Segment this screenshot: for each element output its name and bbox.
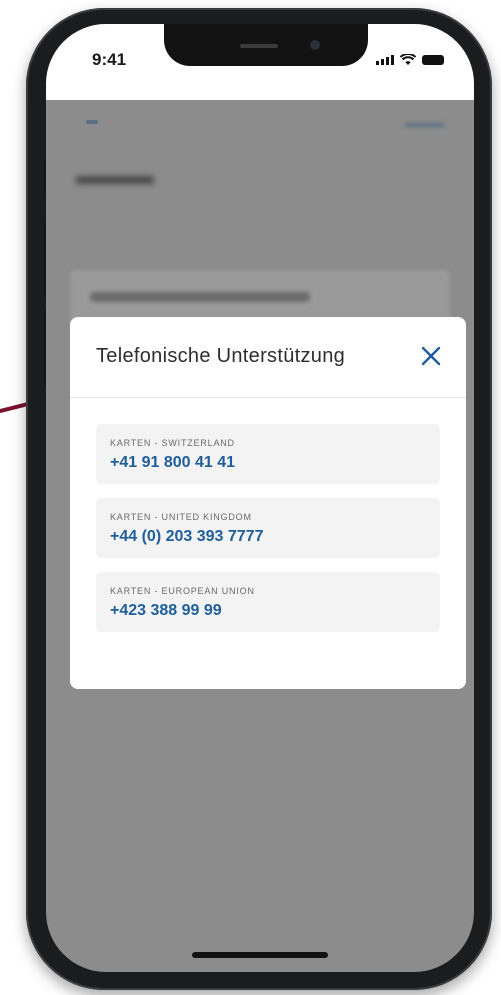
close-icon[interactable] (418, 343, 444, 369)
contact-item-european-union[interactable]: KARTEN - EUROPEAN UNION +423 388 99 99 (96, 572, 440, 632)
contact-phone[interactable]: +41 91 800 41 41 (110, 454, 235, 472)
back-icon (86, 120, 98, 124)
phone-support-modal: Telefonische Unterstützung KARTEN - SWIT… (70, 317, 466, 689)
contact-list: KARTEN - SWITZERLAND +41 91 800 41 41 KA… (96, 424, 440, 646)
status-icons (376, 54, 444, 66)
contact-label: KARTEN - SWITZERLAND (110, 438, 235, 448)
wifi-icon (400, 54, 416, 65)
contact-label: KARTEN - EUROPEAN UNION (110, 586, 255, 596)
notch (164, 24, 368, 66)
front-camera (310, 40, 320, 50)
background-title: ▬▬▬ (76, 160, 154, 190)
contact-item-switzerland[interactable]: KARTEN - SWITZERLAND +41 91 800 41 41 (96, 424, 440, 484)
status-time: 9:41 (92, 50, 127, 69)
speaker-grille (240, 44, 278, 48)
modal-header: Telefonische Unterstützung (70, 317, 466, 398)
contact-phone[interactable]: +423 388 99 99 (110, 602, 222, 620)
contact-item-united-kingdom[interactable]: KARTEN - UNITED KINGDOM +44 (0) 203 393 … (96, 498, 440, 558)
battery-icon (422, 55, 444, 65)
background-field-text (90, 292, 310, 302)
background-link: ▬▬▬ (405, 115, 444, 130)
home-indicator[interactable] (192, 952, 328, 958)
contact-phone[interactable]: +44 (0) 203 393 7777 (110, 528, 263, 546)
phone-screen: 9:41 ▬▬▬ ▬▬▬ Telefonische Unterstützung (46, 24, 474, 972)
signal-icon (376, 55, 394, 65)
modal-title: Telefonische Unterstützung (96, 345, 346, 367)
status-bar: 9:41 (46, 24, 474, 100)
contact-label: KARTEN - UNITED KINGDOM (110, 512, 252, 522)
